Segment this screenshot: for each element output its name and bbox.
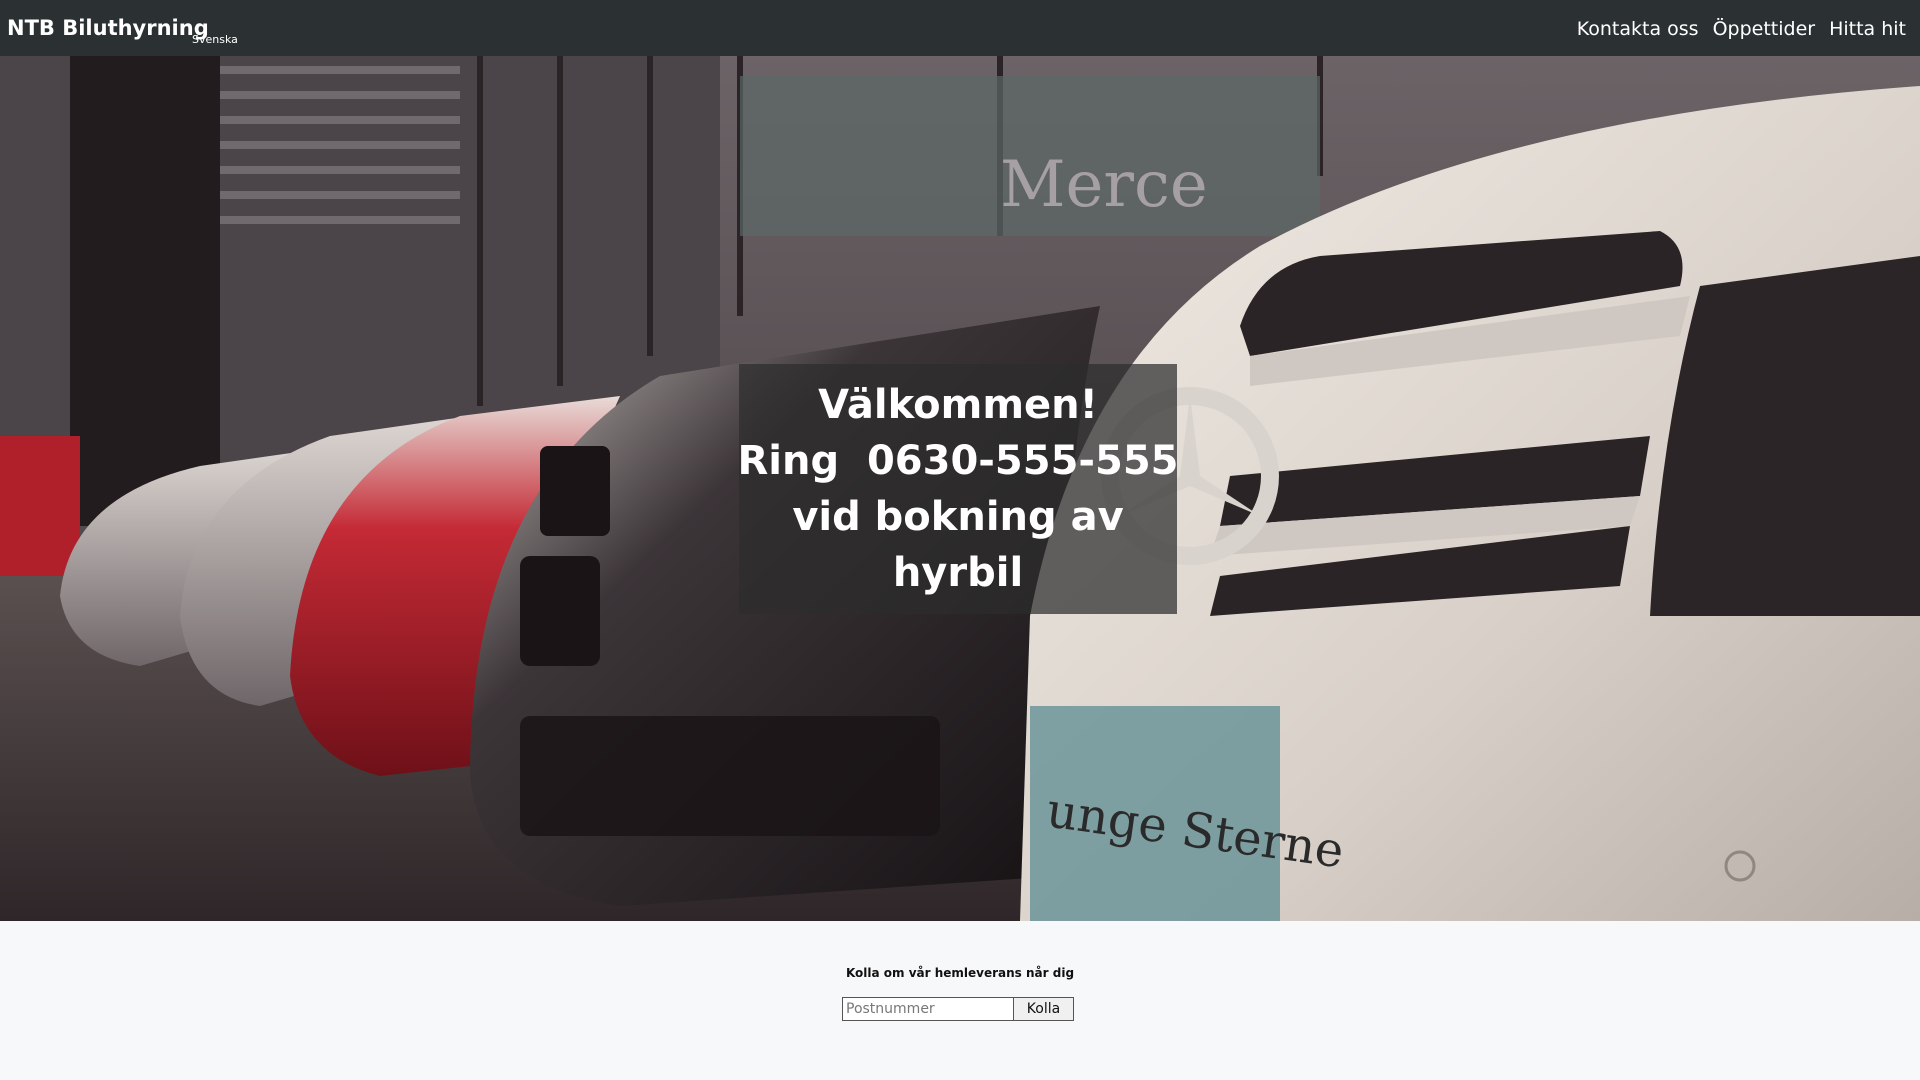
hero-banner: Merce unge Sterne Välkommen! Ring 0630-5…: [0, 56, 1920, 921]
top-navbar: NTB Biluthyrning Svenska Kontakta oss Öp…: [0, 0, 1920, 56]
welcome-line-3: vid bokning av: [792, 494, 1124, 540]
delivery-check-form: Kolla: [842, 997, 1074, 1021]
svg-text:Merce: Merce: [1000, 148, 1208, 222]
nav-link-oppettider[interactable]: Öppettider: [1713, 18, 1816, 40]
nav-link-hitta-hit[interactable]: Hitta hit: [1829, 18, 1906, 40]
welcome-message: Välkommen! Ring 0630-555-555 vid bokning…: [738, 377, 1179, 601]
brand-logo-link[interactable]: NTB Biluthyrning: [7, 16, 209, 40]
welcome-overlay: Välkommen! Ring 0630-555-555 vid bokning…: [738, 364, 1179, 614]
delivery-check-label: Kolla om vår hemleverans når dig: [845, 966, 1075, 980]
nav-link-kontakta-oss[interactable]: Kontakta oss: [1577, 18, 1699, 40]
welcome-heading: Välkommen!: [818, 382, 1098, 428]
kolla-button[interactable]: Kolla: [1014, 997, 1074, 1021]
delivery-check-section: Kolla om vår hemleverans når dig Kolla: [0, 921, 1920, 1080]
welcome-line-4: hyrbil: [892, 550, 1024, 596]
nav-links: Kontakta oss Öppettider Hitta hit: [1577, 18, 1906, 40]
postnummer-input[interactable]: [842, 997, 1014, 1021]
page: NTB Biluthyrning Svenska Kontakta oss Öp…: [0, 0, 1920, 1080]
welcome-phone-line: Ring 0630-555-555: [737, 438, 1179, 484]
language-selector[interactable]: Svenska: [192, 33, 238, 46]
